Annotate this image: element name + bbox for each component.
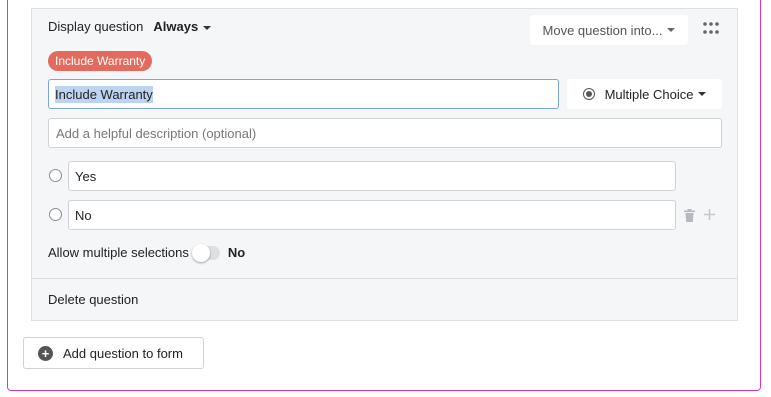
option-value: No — [75, 207, 92, 223]
delete-question-button[interactable]: Delete question — [32, 278, 737, 320]
option-radio-icon — [49, 208, 62, 221]
chevron-down-icon — [698, 92, 707, 96]
add-question-label: Add question to form — [63, 345, 183, 361]
display-question-row: Display question Always — [48, 19, 212, 34]
option-value: Yes — [75, 168, 97, 184]
description-input[interactable]: Add a helpful description (optional) — [48, 118, 722, 148]
radio-icon — [582, 88, 595, 100]
question-title-value: Include Warranty — [55, 85, 153, 103]
drag-handle-icon[interactable] — [702, 21, 720, 35]
display-condition-dropdown[interactable]: Always — [153, 19, 212, 34]
display-condition-value: Always — [153, 19, 199, 34]
question-title-input[interactable]: Include Warranty — [48, 79, 559, 109]
question-card: Display question Always Move question in… — [31, 8, 738, 321]
add-question-button[interactable]: + Add question to form — [23, 337, 204, 369]
plus-icon[interactable] — [704, 209, 715, 220]
question-tag-badge: Include Warranty — [48, 51, 153, 71]
option-radio-icon — [49, 169, 62, 182]
option-input-no[interactable]: No — [68, 200, 676, 230]
question-type-dropdown[interactable]: Multiple Choice — [567, 79, 722, 109]
allow-multiple-label: Allow multiple selections — [48, 245, 189, 260]
description-placeholder: Add a helpful description (optional) — [56, 125, 257, 141]
display-question-label: Display question — [48, 19, 144, 34]
chevron-down-icon — [203, 25, 212, 30]
allow-multiple-value: No — [227, 245, 246, 260]
option-input-yes[interactable]: Yes — [68, 161, 676, 191]
toggle-knob — [191, 243, 210, 262]
trash-icon[interactable] — [684, 209, 695, 222]
move-question-label: Move question into... — [542, 22, 663, 38]
allow-multiple-row: Allow multiple selections No — [48, 243, 246, 262]
chevron-down-icon — [667, 28, 676, 32]
delete-question-label: Delete question — [48, 292, 139, 307]
allow-multiple-toggle[interactable] — [191, 243, 220, 262]
move-question-dropdown[interactable]: Move question into... — [530, 15, 688, 45]
question-type-label: Multiple Choice — [604, 86, 694, 102]
plus-circle-icon: + — [38, 345, 53, 361]
